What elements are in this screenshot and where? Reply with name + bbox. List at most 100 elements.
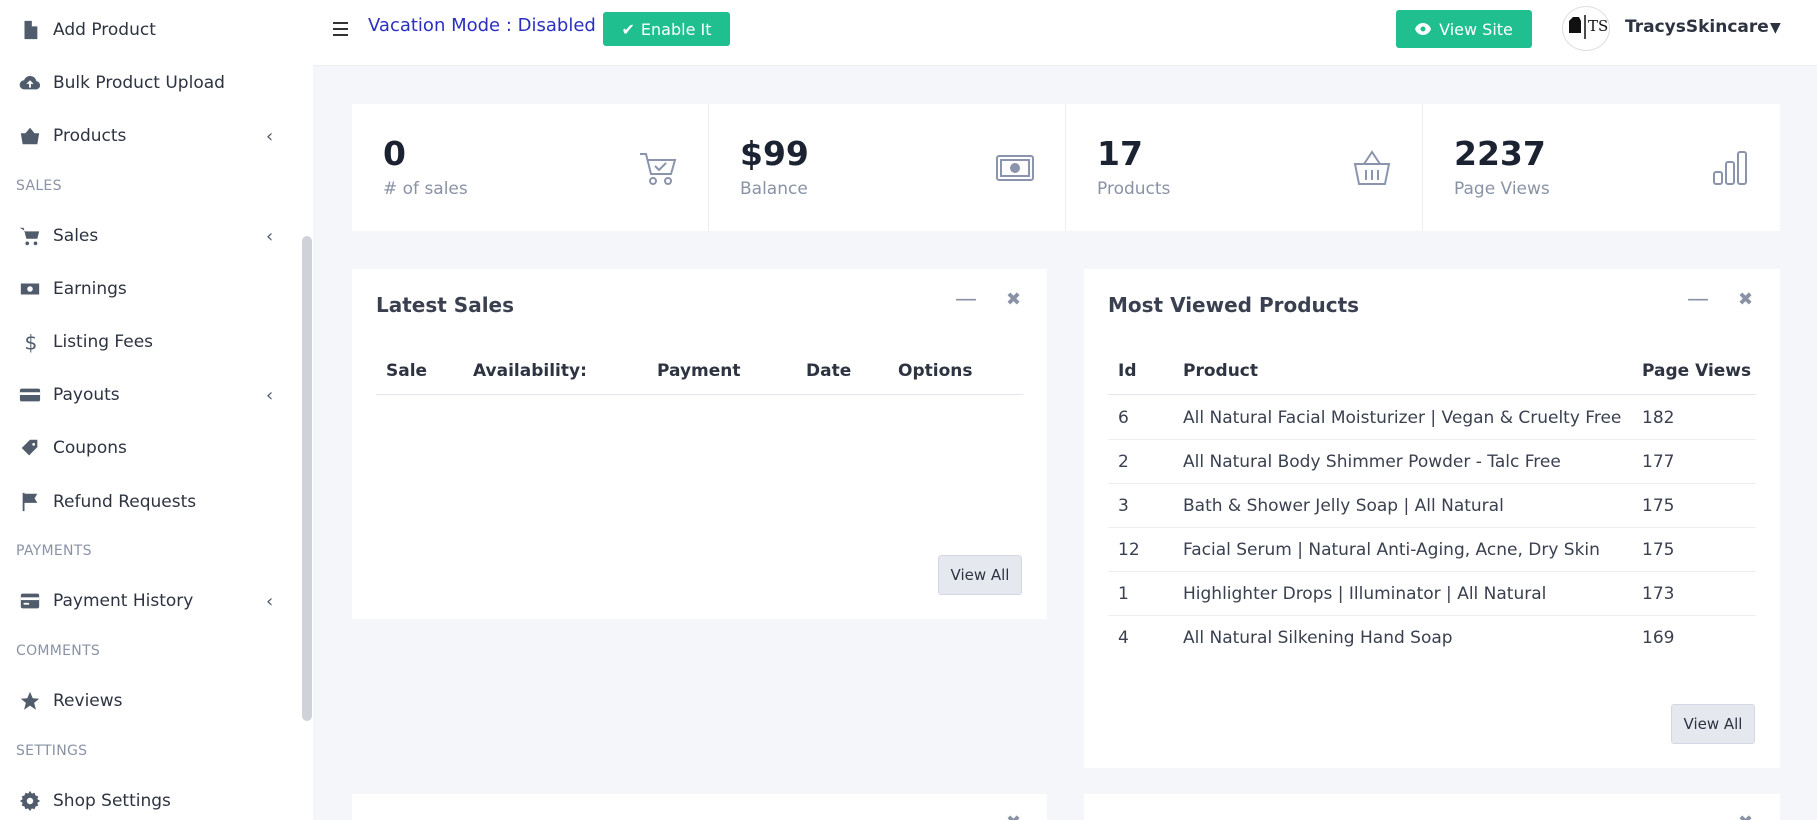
cell-views: 175 <box>1642 496 1675 516</box>
cell-product: Bath & Shower Jelly Soap | All Natural <box>1183 496 1504 516</box>
cell-product: Facial Serum | Natural Anti-Aging, Acne,… <box>1183 540 1600 560</box>
table-row[interactable]: 1 Highlighter Drops | Illuminator | All … <box>1108 572 1756 616</box>
bar-chart-icon <box>1710 148 1750 188</box>
stat-label: Products <box>1097 179 1171 199</box>
column-header[interactable]: Payment <box>657 361 741 381</box>
stat-label: Page Views <box>1454 179 1550 199</box>
column-header[interactable]: Id <box>1118 361 1137 381</box>
stat-label: # of sales <box>383 179 468 199</box>
view-site-label: View Site <box>1439 19 1513 39</box>
vacation-mode-status: Vacation Mode : Disabled <box>368 15 596 36</box>
table-header: Id Product Page Views <box>1108 349 1756 395</box>
money-icon <box>995 148 1035 188</box>
stat-value: 2237 <box>1454 134 1546 173</box>
sidebar-scrollbar[interactable] <box>302 236 312 721</box>
sidebar-item-label: Reviews <box>53 691 123 711</box>
tag-icon <box>18 436 42 460</box>
sidebar-item-sales[interactable]: Sales ‹ <box>0 216 300 256</box>
sidebar-item-bulk-upload[interactable]: Bulk Product Upload <box>0 63 300 103</box>
topbar: Vacation Mode : Disabled ✔ Enable It Vie… <box>313 0 1817 66</box>
sidebar-item-refund-requests[interactable]: Refund Requests <box>0 482 300 522</box>
close-icon[interactable]: ✖ <box>1738 289 1753 310</box>
minimize-icon[interactable]: — <box>1687 287 1709 312</box>
sidebar-item-products[interactable]: Products ‹ <box>0 116 300 156</box>
sidebar-item-label: Refund Requests <box>53 492 197 512</box>
chevron-left-icon: ‹ <box>266 590 274 612</box>
cell-product: All Natural Facial Moisturizer | Vegan &… <box>1183 408 1622 428</box>
section-label-comments: COMMENTS <box>16 643 101 659</box>
column-header[interactable]: Product <box>1183 361 1258 381</box>
chevron-left-icon: ‹ <box>266 225 274 247</box>
cell-views: 169 <box>1642 628 1675 648</box>
close-icon[interactable]: ✖ <box>1006 289 1021 310</box>
svg-text:$: $ <box>25 331 38 353</box>
table-row[interactable]: 3 Bath & Shower Jelly Soap | All Natural… <box>1108 484 1756 528</box>
dollar-icon: $ <box>18 330 42 354</box>
sidebar: Add Product Bulk Product Upload Products… <box>0 0 313 820</box>
cell-product: All Natural Silkening Hand Soap <box>1183 628 1453 648</box>
chevron-left-icon: ‹ <box>266 384 274 406</box>
cart-check-icon <box>638 148 678 188</box>
cell-views: 182 <box>1642 408 1675 428</box>
close-icon[interactable]: ✖ <box>1738 812 1753 820</box>
table-row[interactable]: 6 All Natural Facial Moisturizer | Vegan… <box>1108 396 1756 440</box>
sidebar-item-label: Shop Settings <box>53 791 171 811</box>
sidebar-item-payment-history[interactable]: Payment History ‹ <box>0 581 300 621</box>
cell-product: Highlighter Drops | Illuminator | All Na… <box>1183 584 1547 604</box>
sidebar-item-add-product[interactable]: Add Product <box>0 10 300 50</box>
eye-icon <box>1415 20 1432 39</box>
stat-card-balance: $99 Balance <box>709 104 1066 231</box>
minimize-icon[interactable]: — <box>955 287 977 312</box>
stat-value: $99 <box>740 134 809 173</box>
chevron-left-icon: ‹ <box>266 125 274 147</box>
column-header[interactable]: Availability: <box>473 361 587 381</box>
section-label-sales: SALES <box>16 178 62 194</box>
stat-card-page-views: 2237 Page Views <box>1423 104 1780 231</box>
avatar[interactable]: TS <box>1562 6 1610 51</box>
sidebar-item-coupons[interactable]: Coupons <box>0 428 300 468</box>
card-icon <box>18 383 42 407</box>
hamburger-menu-icon[interactable] <box>333 22 348 36</box>
column-header[interactable]: Page Views <box>1642 361 1751 381</box>
flag-icon <box>18 490 42 514</box>
cell-product: All Natural Body Shimmer Powder - Talc F… <box>1183 452 1561 472</box>
panel-title: Most Viewed Products <box>1108 293 1360 317</box>
column-header[interactable]: Sale <box>386 361 427 381</box>
enable-vacation-button[interactable]: ✔ Enable It <box>603 12 730 46</box>
latest-sales-panel: Latest Sales — ✖ Sale Availability: Paym… <box>352 269 1047 619</box>
enable-button-label: Enable It <box>640 19 712 39</box>
cell-views: 173 <box>1642 584 1675 604</box>
check-icon: ✔ <box>621 19 635 39</box>
sidebar-item-label: Products <box>53 126 127 146</box>
sidebar-item-listing-fees[interactable]: $ Listing Fees <box>0 322 300 362</box>
cell-id: 6 <box>1118 408 1129 428</box>
cart-icon <box>18 224 42 248</box>
sidebar-item-earnings[interactable]: Earnings <box>0 269 300 309</box>
username-menu[interactable]: TracysSkincare <box>1625 17 1769 37</box>
sidebar-item-payouts[interactable]: Payouts ‹ <box>0 375 300 415</box>
sidebar-item-label: Bulk Product Upload <box>53 73 225 93</box>
sidebar-item-label: Payment History <box>53 591 194 611</box>
caret-down-icon[interactable]: ▼ <box>1770 20 1781 36</box>
stat-label: Balance <box>740 179 808 199</box>
sidebar-item-shop-settings[interactable]: Shop Settings <box>0 781 300 820</box>
table-row[interactable]: 4 All Natural Silkening Hand Soap 169 <box>1108 616 1756 660</box>
table-row[interactable]: 12 Facial Serum | Natural Anti-Aging, Ac… <box>1108 528 1756 572</box>
cell-views: 175 <box>1642 540 1675 560</box>
view-site-button[interactable]: View Site <box>1396 10 1532 48</box>
panel-title: Latest Sales <box>376 293 515 317</box>
close-icon[interactable]: ✖ <box>1006 812 1021 820</box>
section-label-settings: SETTINGS <box>16 743 88 759</box>
cell-id: 1 <box>1118 584 1129 604</box>
column-header[interactable]: Date <box>806 361 851 381</box>
lower-right-panel: ✖ <box>1084 794 1780 820</box>
table-row[interactable]: 2 All Natural Body Shimmer Powder - Talc… <box>1108 440 1756 484</box>
credit-card-icon <box>18 589 42 613</box>
table-header: Sale Availability: Payment Date Options <box>376 349 1023 395</box>
sidebar-item-reviews[interactable]: Reviews <box>0 681 300 721</box>
view-all-sales-button[interactable]: View All <box>938 555 1022 595</box>
cell-id: 12 <box>1118 540 1140 560</box>
cell-id: 4 <box>1118 628 1129 648</box>
column-header[interactable]: Options <box>898 361 972 381</box>
view-all-products-button[interactable]: View All <box>1671 704 1755 744</box>
